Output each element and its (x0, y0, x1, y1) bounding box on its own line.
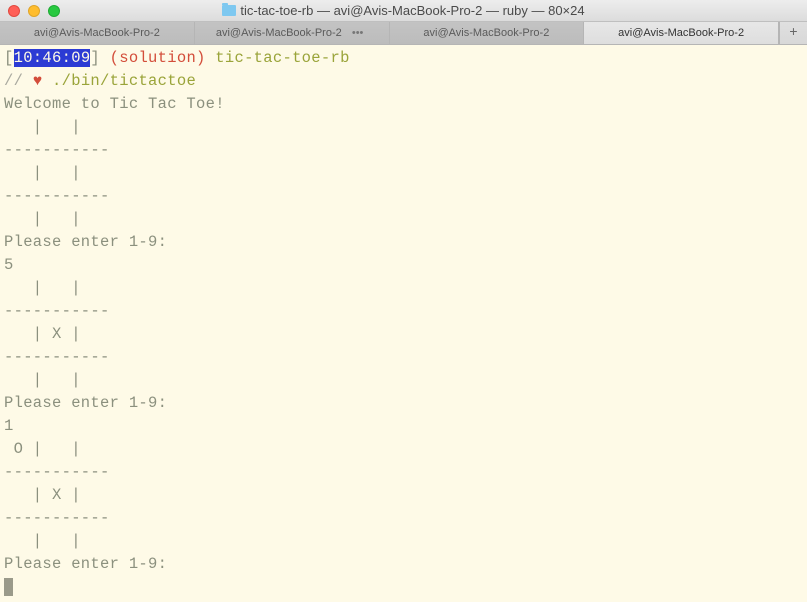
output-line: | X | (4, 323, 803, 346)
output-line: ----------- (4, 461, 803, 484)
new-tab-button[interactable]: + (779, 22, 807, 44)
tab-4[interactable]: avi@Avis-MacBook-Pro-2 (584, 22, 779, 44)
output-line: O | | (4, 438, 803, 461)
output-line: ----------- (4, 185, 803, 208)
traffic-lights (0, 5, 60, 17)
window-title-text: tic-tac-toe-rb — avi@Avis-MacBook-Pro-2 … (240, 3, 584, 18)
tab-label: avi@Avis-MacBook-Pro-2 (423, 27, 549, 39)
output-line: ----------- (4, 139, 803, 162)
tab-label: avi@Avis-MacBook-Pro-2 (34, 27, 160, 39)
window-titlebar: tic-tac-toe-rb — avi@Avis-MacBook-Pro-2 … (0, 0, 807, 22)
heart-icon: ♥ (33, 72, 43, 90)
output-line: | | (4, 116, 803, 139)
output-line: | | (4, 530, 803, 553)
output-line: | | (4, 277, 803, 300)
window-title: tic-tac-toe-rb — avi@Avis-MacBook-Pro-2 … (0, 3, 807, 18)
maximize-icon[interactable] (48, 5, 60, 17)
output-line: 5 (4, 254, 803, 277)
cursor-line (4, 576, 803, 599)
tab-3[interactable]: avi@Avis-MacBook-Pro-2 (390, 22, 585, 44)
cmd-slashes: // (4, 72, 23, 90)
folder-icon (222, 5, 236, 16)
prompt-rbracket: ] (90, 49, 100, 67)
prompt-dir: tic-tac-toe-rb (215, 49, 349, 67)
prompt-time: 10:46:09 (14, 49, 91, 67)
output-line: ----------- (4, 300, 803, 323)
prompt-line: [10:46:09] (solution) tic-tac-toe-rb (4, 47, 803, 70)
command-line: // ♥ ./bin/tictactoe (4, 70, 803, 93)
cursor-icon (4, 578, 13, 596)
cmd-text: ./bin/tictactoe (52, 72, 196, 90)
output-line: ----------- (4, 346, 803, 369)
output-line: | X | (4, 484, 803, 507)
output-line: Please enter 1-9: (4, 553, 803, 576)
prompt-lbracket: [ (4, 49, 14, 67)
output-line: Welcome to Tic Tac Toe! (4, 93, 803, 116)
minimize-icon[interactable] (28, 5, 40, 17)
output-line: | | (4, 162, 803, 185)
tab-ellipsis-icon: ••• (342, 27, 368, 39)
tab-1[interactable]: avi@Avis-MacBook-Pro-2 (0, 22, 195, 44)
close-icon[interactable] (8, 5, 20, 17)
plus-icon: + (789, 25, 797, 41)
output-line: Please enter 1-9: (4, 392, 803, 415)
terminal-area[interactable]: [10:46:09] (solution) tic-tac-toe-rb // … (0, 45, 807, 602)
output-line: 1 (4, 415, 803, 438)
output-line: | | (4, 369, 803, 392)
tab-bar: avi@Avis-MacBook-Pro-2 avi@Avis-MacBook-… (0, 22, 807, 45)
output-line: ----------- (4, 507, 803, 530)
tab-label: avi@Avis-MacBook-Pro-2 (618, 27, 744, 39)
output-line: | | (4, 208, 803, 231)
tab-label: avi@Avis-MacBook-Pro-2 (216, 27, 342, 39)
prompt-branch: (solution) (110, 49, 206, 67)
tab-2[interactable]: avi@Avis-MacBook-Pro-2 ••• (195, 22, 390, 44)
output-line: Please enter 1-9: (4, 231, 803, 254)
